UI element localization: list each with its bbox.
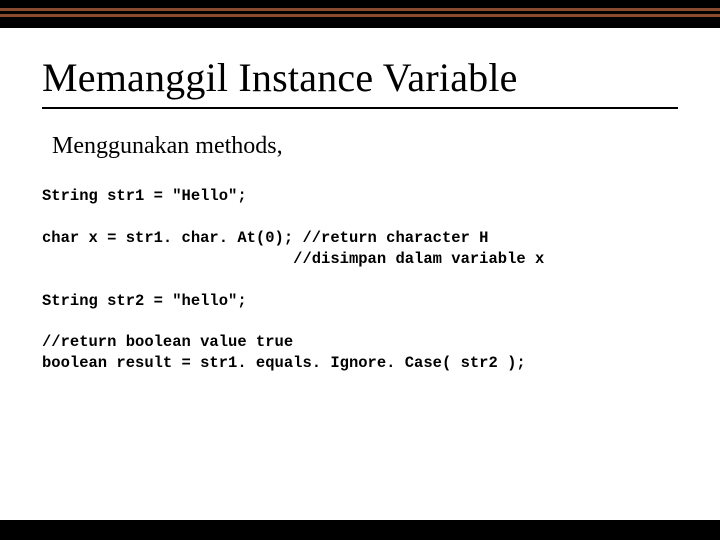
slide-title: Memanggil Instance Variable xyxy=(42,54,678,101)
code-line: //return boolean value true xyxy=(42,333,293,351)
code-line: //disimpan dalam variable x xyxy=(42,250,544,268)
bottom-accent-band xyxy=(0,520,720,540)
code-line: String str2 = "hello"; xyxy=(42,292,247,310)
title-divider xyxy=(42,107,678,109)
top-accent-band xyxy=(0,0,720,28)
code-line: String str1 = "Hello"; xyxy=(42,187,247,205)
code-line: boolean result = str1. equals. Ignore. C… xyxy=(42,354,526,372)
slide-content: Memanggil Instance Variable Menggunakan … xyxy=(0,28,720,540)
code-line: char x = str1. char. At(0); //return cha… xyxy=(42,229,488,247)
code-block: String str1 = "Hello"; char x = str1. ch… xyxy=(42,186,678,374)
slide-subtitle: Menggunakan methods, xyxy=(52,133,678,160)
